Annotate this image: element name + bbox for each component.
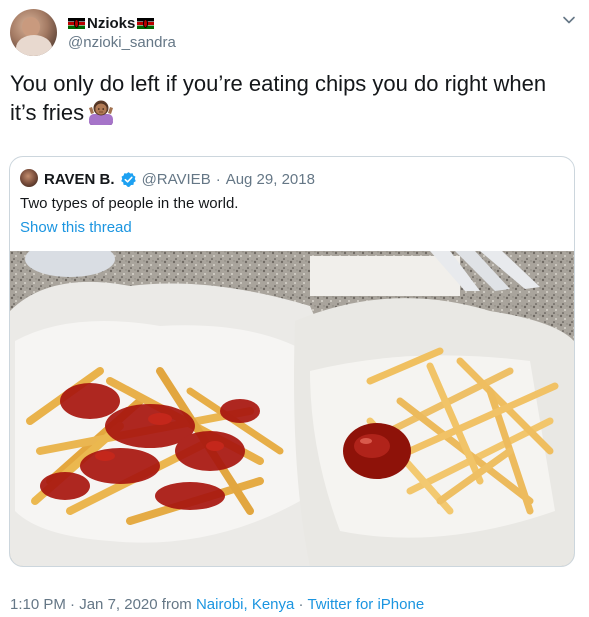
author-avatar[interactable] <box>10 9 57 56</box>
author-display-name[interactable]: Nzioks <box>87 15 135 32</box>
quoted-handle: @RAVIEB <box>141 170 211 188</box>
verified-badge-icon <box>120 171 136 187</box>
person-shrugging-emoji <box>89 100 114 125</box>
location-link[interactable]: Nairobi, Kenya <box>196 596 294 613</box>
kenya-flag-icon <box>68 17 85 29</box>
kenya-flag-icon <box>137 17 155 29</box>
quoted-display-name: RAVEN B. <box>44 170 115 188</box>
quoted-author-avatar <box>20 169 38 187</box>
fries-photo[interactable] <box>10 251 574 567</box>
from-label: from <box>161 596 192 613</box>
author-handle[interactable]: @nzioki_sandra <box>68 34 176 51</box>
show-thread-link[interactable]: Show this thread <box>20 219 132 236</box>
meta-separator: · <box>70 596 76 613</box>
tweet-text: You only do left if you’re eating chips … <box>10 69 570 127</box>
chevron-down-icon[interactable] <box>562 13 576 27</box>
tweet-meta-line: 1:10 PM · Jan 7, 2020 from Nairobi, Keny… <box>10 596 424 613</box>
quoted-separator: · <box>215 170 221 188</box>
quoted-date: Aug 29, 2018 <box>225 170 315 188</box>
source-link[interactable]: Twitter for iPhone <box>307 596 424 613</box>
tweet: Nzioks @nzioki_sandra You only do left i… <box>0 0 589 617</box>
quoted-tweet-text: Two types of people in the world. <box>20 195 239 212</box>
quoted-tweet-card[interactable]: RAVEN B. @RAVIEB · Aug 29, 2018 Two type… <box>9 156 575 567</box>
author-name-row[interactable]: Nzioks <box>68 13 155 33</box>
tweet-date[interactable]: Jan 7, 2020 <box>79 596 157 613</box>
quoted-author-row: RAVEN B. @RAVIEB · Aug 29, 2018 <box>44 169 315 189</box>
meta-separator: · <box>298 596 304 613</box>
tweet-time[interactable]: 1:10 PM <box>10 596 66 613</box>
